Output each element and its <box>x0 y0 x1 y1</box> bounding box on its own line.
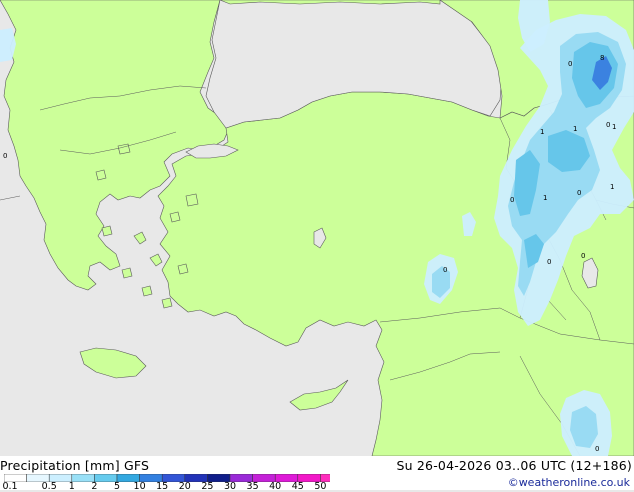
scale-label: 0.1 <box>2 481 18 492</box>
point-value: 0 <box>581 252 585 260</box>
map-title: Precipitation [mm] GFS <box>0 458 149 473</box>
scale-label: 0.5 <box>41 481 57 492</box>
point-value: 0 <box>547 258 551 266</box>
point-value: 0 <box>510 196 514 204</box>
scale-label: 25 <box>201 481 214 492</box>
scale-label: 5 <box>113 481 121 492</box>
scale-label: 2 <box>91 481 98 492</box>
scale-label: 50 <box>314 481 327 492</box>
scale-label: 15 <box>156 481 169 492</box>
valid-time: Su 26-04-2026 03..06 UTC (12+186) <box>396 458 632 473</box>
point-value: 0 <box>568 60 572 68</box>
credit-link[interactable]: ©weatheronline.co.uk <box>508 476 630 489</box>
point-value: 1 <box>612 123 616 131</box>
point-value: 0 <box>595 445 599 453</box>
point-value: 8 <box>600 54 604 62</box>
point-value: 0 <box>3 152 7 160</box>
scale-label: 35 <box>246 481 259 492</box>
precipitation-map: 0 8 0 1 1 0 1 1 0 0 0 0 0 1 0 0 <box>0 0 634 456</box>
scale-label: 30 <box>223 481 237 492</box>
point-value: 1 <box>573 125 577 133</box>
point-value: 0 <box>0 0 4 2</box>
point-value: 1 <box>610 183 614 191</box>
scale-label: 20 <box>178 481 191 492</box>
point-value: 0 <box>606 121 610 129</box>
map-canvas: 0 8 0 1 1 0 1 1 0 0 0 0 0 1 0 0 <box>0 0 634 456</box>
model-name: GFS <box>124 458 150 473</box>
point-value: 1 <box>543 194 547 202</box>
scale-label: 1 <box>68 481 75 492</box>
title-text: Precipitation [mm] <box>0 458 120 473</box>
point-value: 0 <box>577 189 581 197</box>
scale-label: 45 <box>291 481 304 492</box>
scale-label: 40 <box>269 481 282 492</box>
point-value: 0 <box>443 266 447 274</box>
point-value: 1 <box>540 128 544 136</box>
scale-label: 10 <box>133 481 146 492</box>
